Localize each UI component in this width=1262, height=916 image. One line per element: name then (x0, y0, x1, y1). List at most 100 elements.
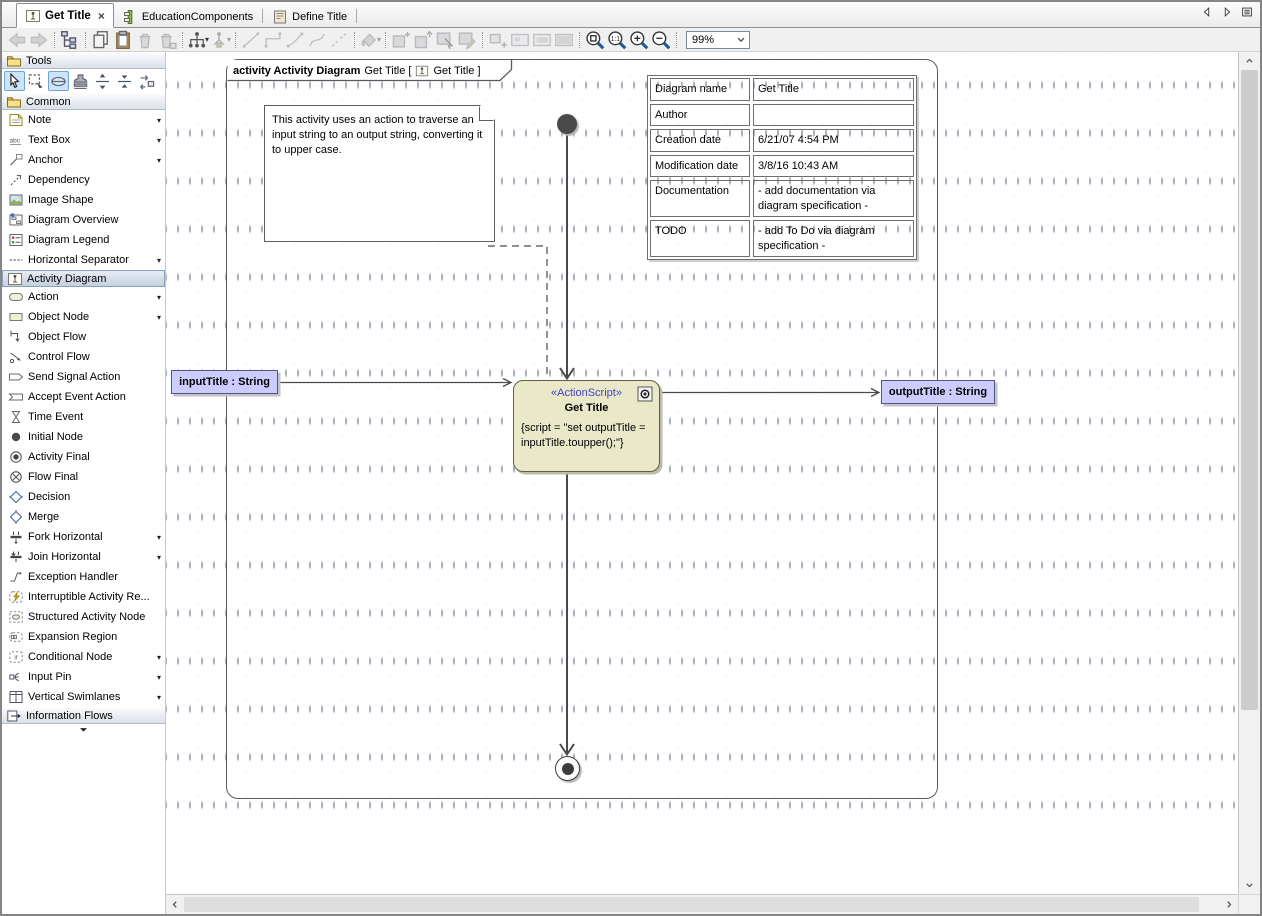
dropdown-arrow-icon[interactable]: ▾ (157, 553, 161, 562)
palette-item-flow-final[interactable]: Flow Final (2, 467, 165, 487)
documentation-note[interactable]: This activity uses an action to traverse… (264, 105, 495, 242)
toolbar-screen-large-button[interactable] (553, 30, 575, 50)
palette-item-diagram-overview[interactable]: Diagram Overview (2, 210, 165, 230)
dropdown-arrow-icon[interactable]: ▾ (157, 693, 161, 702)
palette-item-diagram-legend[interactable]: Diagram Legend (2, 230, 165, 250)
palette-item-control-flow[interactable]: Control Flow (2, 347, 165, 367)
toolbar-layout-diagram-button[interactable]: ▾ (187, 30, 209, 50)
zoom-level-combobox[interactable]: 99% (686, 31, 750, 49)
toolbar-zoom-out-button[interactable] (650, 30, 672, 50)
palette-item-decision[interactable]: Decision (2, 487, 165, 507)
palette-item-conditional-node[interactable]: ifConditional Node▾ (2, 647, 165, 667)
tab-get-title[interactable]: Get Title× (16, 3, 114, 28)
palette-item-exception-handler[interactable]: Exception Handler (2, 567, 165, 587)
toolbar-copy-button[interactable] (90, 30, 112, 50)
retype-tool-button[interactable] (136, 71, 157, 91)
palette-item-fork-horizontal[interactable]: Fork Horizontal▾ (2, 527, 165, 547)
toolbar-insert-shape-button[interactable] (390, 30, 412, 50)
toolbar-containment-tree-button[interactable] (59, 30, 81, 50)
dropdown-arrow-icon[interactable]: ▾ (157, 293, 161, 302)
toolbar-insert-shape-above-button[interactable] (412, 30, 434, 50)
output-pin-node[interactable]: outputTitle : String (881, 380, 995, 404)
dropdown-arrow-icon[interactable]: ▾ (157, 116, 161, 125)
palette-item-merge[interactable]: Merge (2, 507, 165, 527)
toolbar-delete-button[interactable] (134, 30, 156, 50)
palette-item-object-node[interactable]: Object Node▾ (2, 307, 165, 327)
palette-item-image-shape[interactable]: Image Shape (2, 190, 165, 210)
select-tool-button[interactable] (4, 71, 25, 91)
vertical-scrollbar[interactable] (1238, 52, 1260, 894)
vertical-space-tool-button[interactable] (92, 71, 113, 91)
dropdown-arrow-icon[interactable]: ▾ (157, 313, 161, 322)
dropdown-arrow-icon[interactable]: ▾ (157, 156, 161, 165)
toolbar-fill-color-button[interactable]: ▾ (359, 30, 381, 50)
scroll-down-button[interactable] (1239, 877, 1260, 894)
palette-item-accept-event-action[interactable]: Accept Event Action (2, 387, 165, 407)
palette-item-expansion-region[interactable]: Expansion Region (2, 627, 165, 647)
palette-item-structured-activity-node[interactable]: Structured Activity Node (2, 607, 165, 627)
tab-scroll-left-icon[interactable] (1200, 5, 1214, 19)
dropdown-arrow-icon[interactable]: ▾ (157, 533, 161, 542)
toolbar-nav-forward-button[interactable] (28, 30, 50, 50)
toolbar-path-straight-button[interactable] (240, 30, 262, 50)
palette-section-tools[interactable]: Tools (2, 52, 165, 69)
activity-final-node[interactable] (555, 756, 580, 781)
palette-section-information-flows[interactable]: Information Flows (2, 707, 165, 724)
tab-list-icon[interactable] (1240, 5, 1254, 19)
toolbar-screen-small-button[interactable] (509, 30, 531, 50)
palette-item-note[interactable]: Note▾ (2, 110, 165, 130)
toolbar-screen-medium-button[interactable] (531, 30, 553, 50)
diagram-frame-header[interactable]: activity Activity Diagram Get Title [ Ge… (233, 62, 481, 79)
palette-item-initial-node[interactable]: Initial Node (2, 427, 165, 447)
toolbar-path-rectilinear-button[interactable] (262, 30, 284, 50)
horizontal-scrollbar[interactable] (166, 894, 1238, 914)
palette-section-common[interactable]: Common (2, 93, 165, 110)
palette-item-activity-final[interactable]: Activity Final (2, 447, 165, 467)
palette-section-activity-diagram[interactable]: Activity Diagram (2, 270, 165, 287)
toolbar-paste-button[interactable] (112, 30, 134, 50)
marquee-select-tool-button[interactable] (26, 71, 47, 91)
toolbar-zoom-one-button[interactable]: 1:1 (606, 30, 628, 50)
palette-item-horizontal-separator[interactable]: Horizontal Separator▾ (2, 250, 165, 270)
scroll-up-button[interactable] (1239, 52, 1260, 69)
toolbar-path-custom-button[interactable] (328, 30, 350, 50)
dropdown-arrow-icon[interactable]: ▾ (157, 136, 161, 145)
scroll-right-button[interactable] (1221, 895, 1238, 914)
toolbar-zoom-in-button[interactable] (628, 30, 650, 50)
compress-space-tool-button[interactable] (114, 71, 135, 91)
palette-item-text-box[interactable]: abcText Box▾ (2, 130, 165, 150)
toolbar-path-oblique-button[interactable] (284, 30, 306, 50)
dropdown-arrow-icon[interactable]: ▾ (157, 256, 161, 265)
scroll-left-button[interactable] (166, 895, 183, 914)
action-get-title[interactable]: «ActionScript» Get Title {script = "set … (513, 380, 660, 472)
palette-item-input-pin[interactable]: Input Pin▾ (2, 667, 165, 687)
stamp-tool-button[interactable] (70, 71, 91, 91)
toolbar-path-curved-button[interactable] (306, 30, 328, 50)
tab-scroll-right-icon[interactable] (1220, 5, 1234, 19)
toolbar-delete-from-model-button[interactable] (156, 30, 178, 50)
palette-item-dependency[interactable]: Dependency (2, 170, 165, 190)
note-anchor-line[interactable] (488, 246, 547, 378)
palette-item-send-signal-action[interactable]: Send Signal Action (2, 367, 165, 387)
diagram-info-table[interactable]: Diagram nameGet TitleAuthorCreation date… (647, 75, 917, 260)
tab-define-title[interactable]: Define Title (264, 6, 355, 27)
palette-item-time-event[interactable]: Time Event (2, 407, 165, 427)
tab-close-icon[interactable]: × (98, 11, 105, 21)
toolbar-zoom-fit-button[interactable] (584, 30, 606, 50)
dropdown-arrow-icon[interactable]: ▾ (157, 673, 161, 682)
initial-node[interactable] (557, 114, 577, 134)
input-pin-node[interactable]: inputTitle : String (171, 370, 278, 394)
diagram-canvas[interactable]: activity Activity Diagram Get Title [ Ge… (166, 52, 1238, 894)
palette-item-action[interactable]: Action▾ (2, 287, 165, 307)
toolbar-layout-quick-button[interactable]: ▾ (209, 30, 231, 50)
toolbar-autosize-button[interactable] (487, 30, 509, 50)
palette-item-vertical-swimlanes[interactable]: Vertical Swimlanes▾ (2, 687, 165, 707)
tab-educationcomponents[interactable]: EducationComponents (114, 6, 261, 27)
palette-item-interruptible-activity-re[interactable]: Interruptible Activity Re... (2, 587, 165, 607)
toolbar-edit-shape-button[interactable] (456, 30, 478, 50)
palette-item-anchor[interactable]: Anchor▾ (2, 150, 165, 170)
palette-more-button[interactable] (2, 724, 165, 738)
toolbar-select-related-button[interactable] (434, 30, 456, 50)
palette-item-object-flow[interactable]: Object Flow (2, 327, 165, 347)
toolbar-nav-back-button[interactable] (6, 30, 28, 50)
